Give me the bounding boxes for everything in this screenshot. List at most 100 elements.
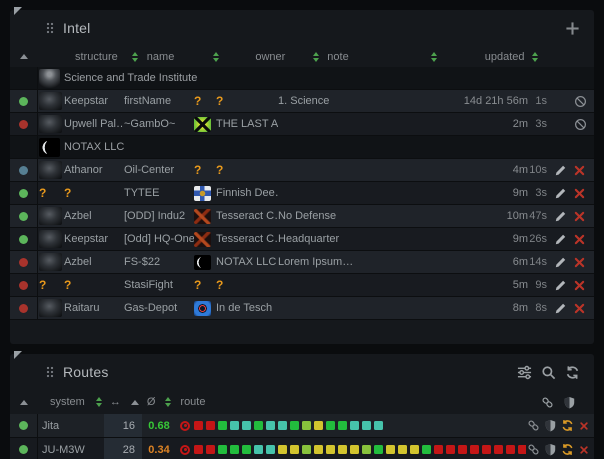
delete-icon[interactable] xyxy=(572,209,586,223)
route-settings-icon[interactable] xyxy=(516,364,532,380)
owner-logo-cell xyxy=(194,182,216,204)
route-system-square xyxy=(374,445,383,454)
shield-icon[interactable] xyxy=(543,443,557,457)
delete-icon[interactable] xyxy=(572,163,586,177)
route-system-square xyxy=(242,421,251,430)
column-header-owner[interactable]: owner xyxy=(255,51,285,63)
route-system-square xyxy=(398,445,407,454)
updated-seconds: 8s xyxy=(528,302,550,314)
route-bar xyxy=(194,445,526,454)
refresh-route-icon[interactable] xyxy=(560,419,574,433)
structure-name-cell: firstName xyxy=(124,90,194,112)
updated-time: 2m xyxy=(513,118,528,130)
status-cell xyxy=(10,438,38,459)
delete-icon[interactable] xyxy=(577,419,591,433)
edit-icon[interactable] xyxy=(553,186,567,200)
sort-icon xyxy=(96,397,102,407)
shield-icon[interactable] xyxy=(543,419,557,433)
structure-image-cell xyxy=(38,90,64,112)
ban-icon[interactable] xyxy=(573,94,587,108)
sort-icon xyxy=(165,397,171,407)
panel-title: Intel xyxy=(63,20,90,36)
route-row[interactable]: JU-M3W 28 0.34 xyxy=(10,438,594,459)
edit-icon[interactable] xyxy=(553,278,567,292)
column-header-jumps[interactable]: ↔ xyxy=(110,396,121,408)
delete-icon[interactable] xyxy=(572,186,586,200)
unknown-structure-label: ? xyxy=(64,278,71,292)
updated-seconds: 14s xyxy=(528,256,550,268)
structure-image-cell xyxy=(38,228,64,250)
search-icon[interactable] xyxy=(540,364,556,380)
delete-icon[interactable] xyxy=(572,232,586,246)
refresh-route-icon[interactable] xyxy=(560,443,574,457)
delete-icon[interactable] xyxy=(572,255,586,269)
table-row[interactable]: Raitaru Gas-Depot In de Tesch 8m 8s xyxy=(10,297,594,320)
owner-logo-cell: ? xyxy=(194,274,216,296)
delete-icon[interactable] xyxy=(577,443,591,457)
link-icon[interactable] xyxy=(526,419,540,433)
route-system-square xyxy=(314,421,323,430)
drag-handle-icon[interactable] xyxy=(46,366,54,378)
column-header-name[interactable]: name xyxy=(147,51,175,63)
route-row[interactable]: Jita 16 0.68 xyxy=(10,414,594,438)
updated-cell: 8m 8s xyxy=(388,297,550,319)
table-group-row[interactable]: Science and Trade Institute xyxy=(10,67,594,90)
column-header-system[interactable]: system xyxy=(50,396,85,408)
table-row[interactable]: Upwell Pal… ~GambO~ THE LAST A… 2m 3s xyxy=(10,113,594,136)
column-header-route[interactable]: route xyxy=(180,396,205,408)
table-row[interactable]: Azbel [ODD] Indu2 Tesseract C… No Defens… xyxy=(10,205,594,228)
table-row[interactable]: Athanor Oil-Center ? ? 4m 10s xyxy=(10,159,594,182)
edit-icon[interactable] xyxy=(553,301,567,315)
table-row[interactable]: Azbel FS-$22 NOTAX LLC Lorem Ipsum… 6m 1… xyxy=(10,251,594,274)
route-system-square xyxy=(302,421,311,430)
owner-logo xyxy=(194,301,211,316)
edit-icon[interactable] xyxy=(553,255,567,269)
delete-icon[interactable] xyxy=(572,301,586,315)
delete-icon[interactable] xyxy=(572,278,586,292)
updated-time: 5m xyxy=(513,279,528,291)
table-row[interactable]: ? ? StasiFight ? ? 5m 9s xyxy=(10,274,594,297)
link-icon[interactable] xyxy=(526,443,540,457)
structure-type-label: Raitaru xyxy=(64,302,99,314)
table-row[interactable]: Keepstar firstName ? ? 1. Science 14d 21… xyxy=(10,90,594,113)
refresh-icon[interactable] xyxy=(564,364,580,380)
route-system-square xyxy=(194,445,203,454)
route-bar xyxy=(194,421,383,430)
column-header-structure[interactable]: structure xyxy=(75,51,118,63)
structure-type-cell: Upwell Pal… xyxy=(64,113,124,135)
table-row[interactable]: Keepstar [Odd] HQ-One Tesseract C… Headq… xyxy=(10,228,594,251)
route-system-square xyxy=(206,445,215,454)
column-header-status[interactable] xyxy=(10,54,38,59)
structure-type-cell: Keepstar xyxy=(64,228,124,250)
structure-type-cell: Azbel xyxy=(64,251,124,273)
structure-thumbnail xyxy=(39,207,62,225)
edit-icon[interactable] xyxy=(553,209,567,223)
status-cell xyxy=(10,297,38,319)
ban-icon[interactable] xyxy=(573,117,587,131)
table-row[interactable]: ? ? TYTEE Finnish Dee… 9m 3s xyxy=(10,182,594,205)
system-name[interactable]: JU-M3W xyxy=(38,438,104,459)
edit-icon[interactable] xyxy=(553,232,567,246)
system-name[interactable]: Jita xyxy=(38,414,104,437)
updated-time: 8m xyxy=(513,302,528,314)
unknown-structure-icon: ? xyxy=(39,278,46,292)
updated-time: 6m xyxy=(513,256,528,268)
route-system-square xyxy=(350,445,359,454)
structure-thumbnail xyxy=(39,92,62,110)
column-header-status[interactable] xyxy=(10,400,38,405)
edit-icon[interactable] xyxy=(553,163,567,177)
jump-count: 28 xyxy=(104,438,142,459)
route-system-square xyxy=(326,445,335,454)
add-structure-button[interactable] xyxy=(564,20,580,36)
unknown-owner-icon: ? xyxy=(194,163,201,177)
column-header-updated[interactable]: updated xyxy=(485,51,525,63)
unknown-structure-icon: ? xyxy=(39,186,46,200)
status-dot xyxy=(19,212,28,221)
drag-handle-icon[interactable] xyxy=(46,22,54,34)
column-header-note[interactable]: note xyxy=(327,51,348,63)
route-system-square xyxy=(290,421,299,430)
status-cell xyxy=(10,113,38,135)
group-logo-cell xyxy=(38,136,64,158)
table-group-row[interactable]: NOTAX LLC xyxy=(10,136,594,159)
column-header-avg-sec[interactable]: Ø xyxy=(147,396,156,408)
